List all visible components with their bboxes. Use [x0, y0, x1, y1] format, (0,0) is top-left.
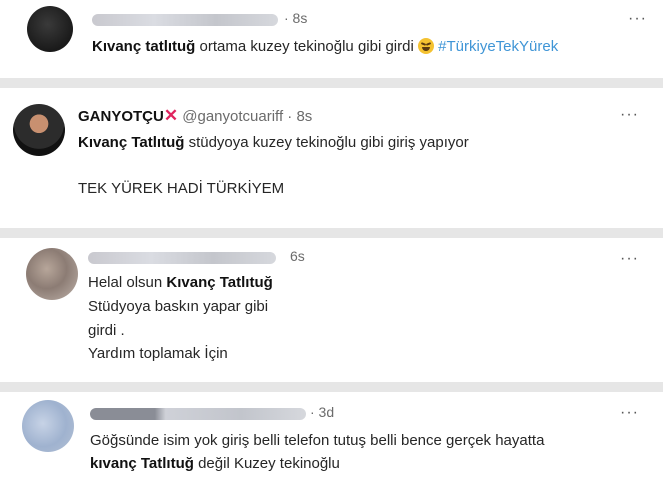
- more-options-icon[interactable]: ···: [628, 10, 647, 28]
- separator: [0, 228, 663, 238]
- tweet-card-2[interactable]: GANYOTÇU✕ @ganyotcuariff · 8s ··· Kıvanç…: [0, 88, 663, 228]
- avatar-blurred[interactable]: [27, 6, 73, 52]
- separator: [0, 78, 663, 88]
- tweet-text-line-3: girdi .: [88, 322, 125, 339]
- hashtag-link[interactable]: #TürkiyeTekYürek: [438, 38, 558, 55]
- tweet-text-body: değil Kuzey tekinoğlu: [193, 455, 340, 472]
- avatar-blurred[interactable]: [26, 248, 78, 300]
- avatar[interactable]: [13, 104, 65, 156]
- tweet-card-1[interactable]: · 8s ··· Kıvanç tatlıtuğ ortama kuzey te…: [0, 0, 663, 78]
- tweet-time: · 8s: [284, 10, 308, 26]
- tweet-text: Kıvanç tatlıtuğ ortama kuzey tekinoğlu g…: [92, 38, 558, 55]
- tweet-text-line-2: TEK YÜREK HADİ TÜRKİYEM: [78, 180, 285, 197]
- user-handle[interactable]: @ganyotcuariff: [182, 108, 283, 125]
- tweet-text-body: ortama kuzey tekinoğlu gibi girdi: [195, 38, 418, 55]
- mention-name: kıvanç Tatlıtuğ: [90, 455, 194, 472]
- tweet-text-body: stüdyoya kuzey tekinoğlu gibi giriş yapı…: [184, 134, 469, 151]
- tweet-text-body: Helal olsun: [88, 274, 167, 291]
- mention-name: Kıvanç tatlıtuğ: [92, 38, 196, 55]
- more-options-icon[interactable]: ···: [620, 404, 639, 422]
- tweet-text-line-1: Helal olsun Kıvanç Tatlıtuğ: [88, 274, 273, 291]
- tweet-card-3[interactable]: 6s ··· Helal olsun Kıvanç Tatlıtuğ Stüdy…: [0, 238, 663, 382]
- mention-name: Kıvanç Tatlıtuğ: [78, 134, 185, 151]
- display-name[interactable]: GANYOTÇU: [78, 108, 164, 125]
- tweet-time: 6s: [290, 248, 305, 264]
- laughing-emoji-icon: [417, 38, 434, 54]
- red-x-icon: ✕: [163, 106, 179, 125]
- tweet-time: · 8s: [287, 108, 313, 125]
- tweet-text-line-4: Yardım toplamak İçin: [88, 345, 228, 362]
- separator: [0, 382, 663, 392]
- mention-name: Kıvanç Tatlıtuğ: [166, 274, 273, 291]
- tweet-text-line-1: Göğsünde isim yok giriş belli telefon tu…: [90, 432, 545, 449]
- username-blurred[interactable]: [92, 14, 278, 26]
- more-options-icon[interactable]: ···: [620, 106, 639, 124]
- tweet-time: · 3d: [310, 404, 335, 420]
- avatar-blurred[interactable]: [22, 400, 74, 452]
- tweet-text-line-1: Kıvanç Tatlıtuğ stüdyoya kuzey tekinoğlu…: [78, 134, 469, 151]
- tweet-card-4[interactable]: · 3d ··· Göğsünde isim yok giriş belli t…: [0, 392, 663, 487]
- tweet-text-line-2: Stüdyoya baskın yapar gibi: [88, 298, 269, 315]
- username-blurred[interactable]: [90, 408, 306, 420]
- user-header: GANYOTÇU✕ @ganyotcuariff · 8s: [78, 106, 312, 126]
- tweet-text-line-2: kıvanç Tatlıtuğ değil Kuzey tekinoğlu: [90, 455, 340, 472]
- more-options-icon[interactable]: ···: [620, 250, 639, 268]
- username-blurred[interactable]: [88, 252, 276, 264]
